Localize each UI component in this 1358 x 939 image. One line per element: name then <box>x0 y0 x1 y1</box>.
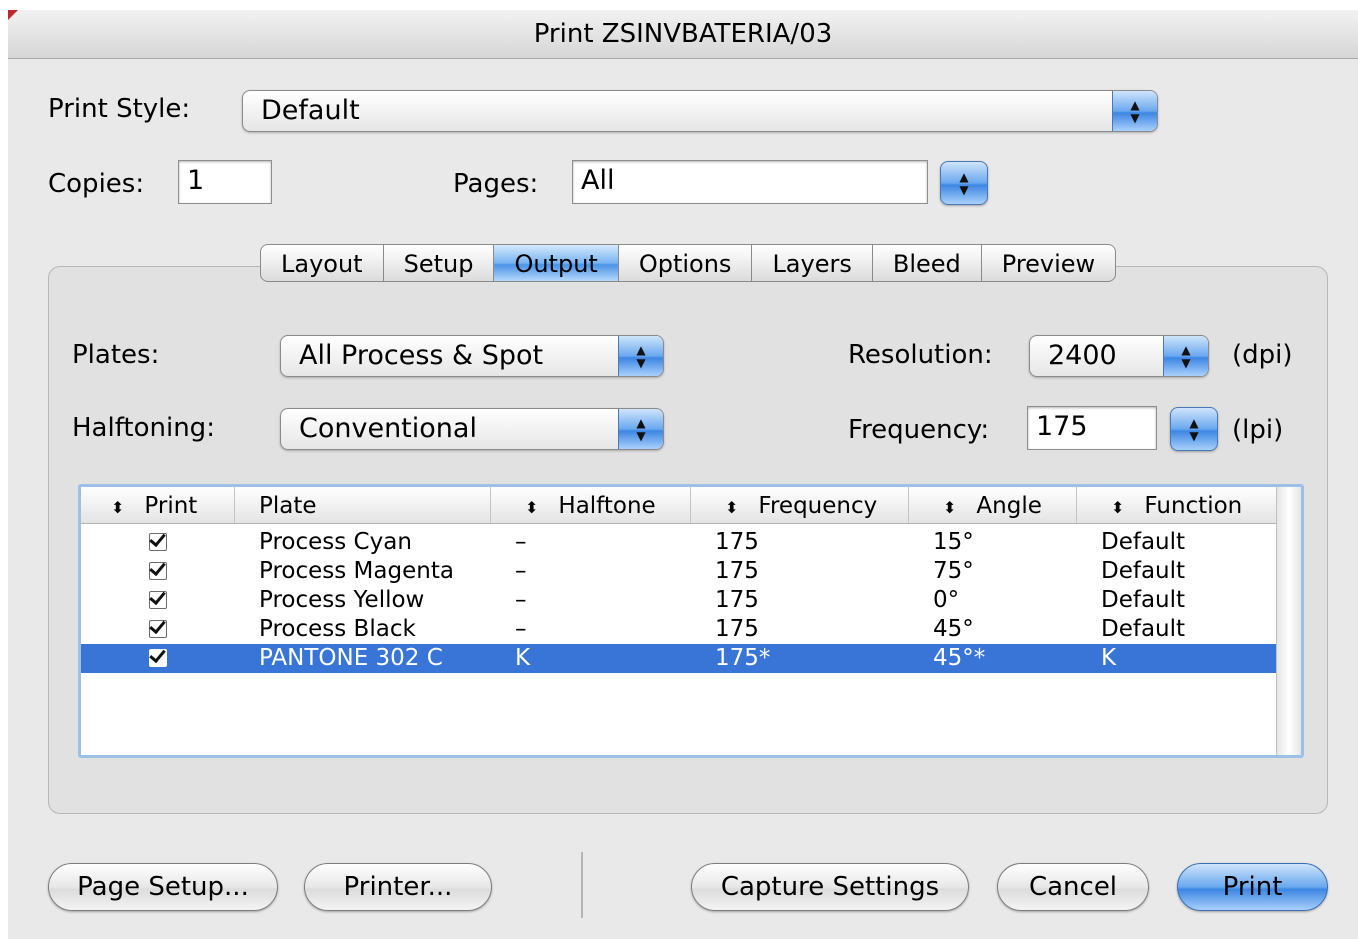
copies-field[interactable]: 1 <box>178 160 272 204</box>
sort-arrows-icon: ⬍ <box>725 498 739 517</box>
halftone-cell: K <box>515 645 531 671</box>
window-title: Print ZSINVBATERIA/03 <box>533 19 833 49</box>
popup-arrows-icon: ▲ ▼ <box>618 409 663 449</box>
function-cell: K <box>1101 645 1117 671</box>
print-checkbox[interactable] <box>149 533 167 551</box>
popup-arrows-icon: ▲ ▼ <box>618 336 663 376</box>
print-checkbox[interactable] <box>149 620 167 638</box>
halftoning-label: Halftoning: <box>72 413 215 443</box>
resolution-popup[interactable]: 2400 ▲ ▼ <box>1029 335 1209 377</box>
frequency-label: Frequency: <box>848 415 990 445</box>
plate-cell: Process Yellow <box>259 587 425 613</box>
tab-output[interactable]: Output <box>494 244 619 282</box>
table-scrollbar[interactable] <box>1276 487 1301 755</box>
frequency-cell: 175 <box>715 616 759 642</box>
copies-label: Copies: <box>48 169 145 199</box>
column-header-angle[interactable]: ⬍ Angle <box>909 487 1077 523</box>
page-setup-button[interactable]: Page Setup... <box>48 863 278 911</box>
angle-cell: 45°* <box>933 645 986 671</box>
table-row[interactable]: Process Black – 175 45° Default <box>81 615 1277 644</box>
title-bar[interactable]: Print ZSINVBATERIA/03 <box>8 10 1358 59</box>
print-style-label: Print Style: <box>48 94 191 124</box>
function-cell: Default <box>1101 587 1186 613</box>
plate-cell: Process Cyan <box>259 529 412 555</box>
tab-bleed[interactable]: Bleed <box>872 244 982 282</box>
column-header-print[interactable]: ⬍ Print <box>81 487 235 523</box>
angle-cell: 0° <box>933 587 960 613</box>
tab-setup[interactable]: Setup <box>383 244 495 282</box>
print-checkbox[interactable] <box>149 591 167 609</box>
frequency-cell: 175 <box>715 558 759 584</box>
frequency-field[interactable]: 175 <box>1027 406 1157 450</box>
capture-settings-button[interactable]: Capture Settings <box>691 863 969 911</box>
plates-table[interactable]: ⬍ Print Plate ⬍ Halftone ⬍ Frequency ⬍ Angle… <box>78 484 1304 758</box>
function-cell: Default <box>1101 616 1186 642</box>
plate-cell: Process Magenta <box>259 558 454 584</box>
column-header-function[interactable]: ⬍ Function <box>1077 487 1277 523</box>
pages-menu-button[interactable]: ▲ ▼ <box>940 161 988 205</box>
pages-field[interactable]: All <box>572 160 928 204</box>
frequency-cell: 175* <box>715 645 771 671</box>
halftoning-value: Conventional <box>299 413 477 444</box>
table-row[interactable]: Process Yellow – 175 0° Default <box>81 586 1277 615</box>
tab-bar: Layout Setup Output Options Layers Bleed… <box>260 244 1117 282</box>
tab-preview[interactable]: Preview <box>981 244 1117 282</box>
print-button[interactable]: Print <box>1177 863 1328 911</box>
sort-arrows-icon: ⬍ <box>525 498 539 517</box>
angle-cell: 75° <box>933 558 974 584</box>
popup-arrows-icon: ▲ ▼ <box>1112 91 1157 131</box>
angle-cell: 45° <box>933 616 974 642</box>
plates-value: All Process & Spot <box>299 340 544 371</box>
column-header-halftone[interactable]: ⬍ Halftone <box>491 487 691 523</box>
table-row[interactable]: Process Cyan – 175 15° Default <box>81 528 1277 557</box>
sort-arrows-icon: ⬍ <box>943 498 957 517</box>
popup-arrows-icon: ▲ ▼ <box>1163 336 1208 376</box>
resolution-value: 2400 <box>1048 340 1117 371</box>
sort-arrows-icon: ⬍ <box>111 498 125 517</box>
table-header: ⬍ Print Plate ⬍ Halftone ⬍ Frequency ⬍ Angle… <box>81 487 1277 524</box>
plates-label: Plates: <box>72 340 160 370</box>
resolution-label: Resolution: <box>848 340 993 370</box>
halftone-cell: – <box>515 558 527 584</box>
frequency-cell: 175 <box>715 529 759 555</box>
plate-cell: Process Black <box>259 616 416 642</box>
table-row[interactable]: Process Magenta – 175 75° Default <box>81 557 1277 586</box>
plate-cell: PANTONE 302 C <box>259 645 443 671</box>
printer-button[interactable]: Printer... <box>304 863 492 911</box>
angle-cell: 15° <box>933 529 974 555</box>
print-style-value: Default <box>261 95 360 126</box>
table-row-selected[interactable]: PANTONE 302 C K 175* 45°* K <box>81 644 1277 673</box>
halftoning-popup[interactable]: Conventional ▲ ▼ <box>280 408 664 450</box>
function-cell: Default <box>1101 558 1186 584</box>
pages-label: Pages: <box>453 169 539 199</box>
halftone-cell: – <box>515 616 527 642</box>
function-cell: Default <box>1101 529 1186 555</box>
frequency-cell: 175 <box>715 587 759 613</box>
tab-options[interactable]: Options <box>618 244 753 282</box>
print-checkbox[interactable] <box>149 562 167 580</box>
resolution-unit: (dpi) <box>1232 340 1293 370</box>
frequency-menu-button[interactable]: ▲ ▼ <box>1170 407 1218 451</box>
print-checkbox[interactable] <box>149 649 167 667</box>
column-header-plate[interactable]: Plate <box>235 487 491 523</box>
button-divider <box>581 852 583 918</box>
tab-layers[interactable]: Layers <box>752 244 873 282</box>
halftone-cell: – <box>515 529 527 555</box>
frequency-unit: (lpi) <box>1232 415 1284 445</box>
sort-arrows-icon: ⬍ <box>1111 498 1125 517</box>
halftone-cell: – <box>515 587 527 613</box>
column-header-frequency[interactable]: ⬍ Frequency <box>691 487 909 523</box>
print-style-popup[interactable]: Default ▲ ▼ <box>242 90 1158 132</box>
tab-layout[interactable]: Layout <box>260 244 384 282</box>
plates-popup[interactable]: All Process & Spot ▲ ▼ <box>280 335 664 377</box>
print-dialog: Print ZSINVBATERIA/03 Print Style: Defau… <box>8 10 1358 939</box>
cancel-button[interactable]: Cancel <box>997 863 1149 911</box>
